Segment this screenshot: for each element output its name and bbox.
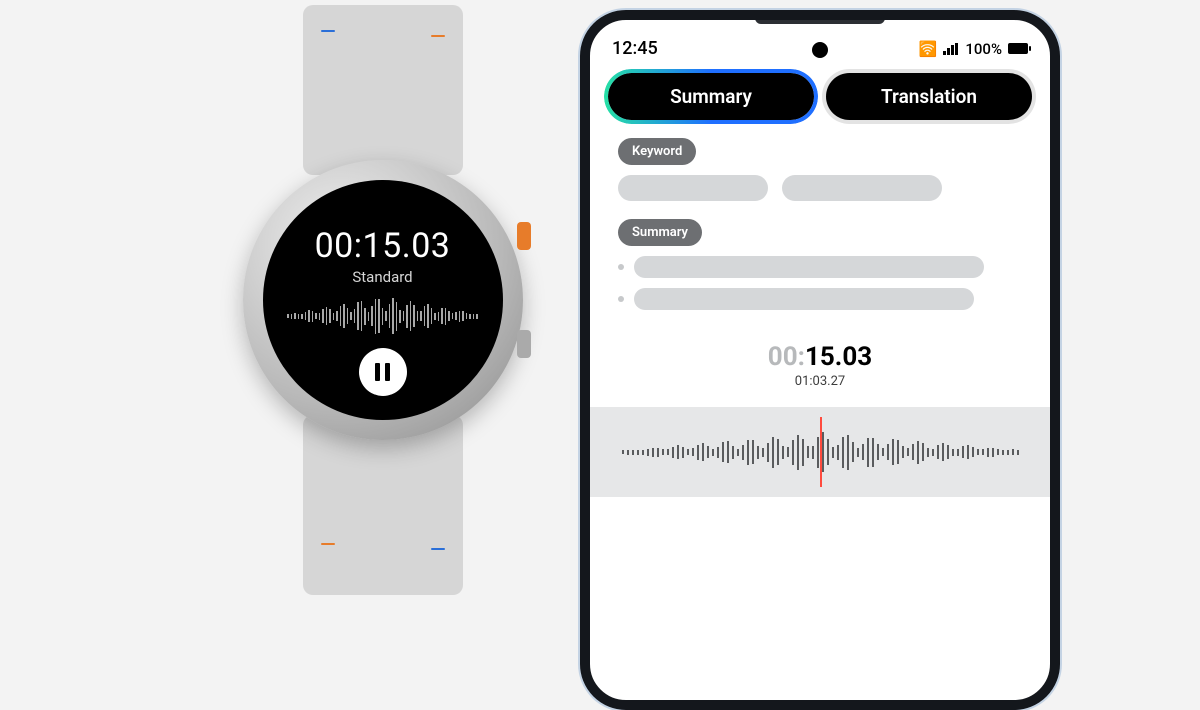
wifi-icon bbox=[919, 40, 938, 58]
keyword-placeholder bbox=[618, 175, 768, 201]
watch-bezel: 00:15.03 Standard bbox=[243, 160, 523, 440]
keyword-chip: Keyword bbox=[618, 138, 696, 165]
pause-icon bbox=[385, 363, 390, 381]
audio-scrubber[interactable] bbox=[590, 407, 1050, 497]
playhead-icon bbox=[820, 417, 822, 487]
summary-placeholder bbox=[634, 288, 974, 310]
playback-timeline: 00:15.03 01:03.27 bbox=[590, 342, 1050, 389]
watch-crown-top[interactable] bbox=[517, 222, 531, 250]
pause-button[interactable] bbox=[359, 348, 407, 396]
smartphone: 12:45 100% Summary Translation Keyword S… bbox=[580, 10, 1060, 710]
summary-chip: Summary bbox=[618, 219, 702, 246]
summary-placeholder bbox=[634, 256, 984, 278]
signal-icon bbox=[943, 43, 959, 55]
summary-section: Summary bbox=[590, 219, 1050, 338]
battery-text: 100% bbox=[965, 40, 1002, 58]
summary-bullet bbox=[618, 256, 1022, 278]
watch-crown-bottom[interactable] bbox=[517, 330, 531, 358]
watch-strap-bottom bbox=[303, 415, 463, 595]
tab-translation[interactable]: Translation bbox=[826, 73, 1032, 120]
front-camera-icon bbox=[812, 42, 828, 58]
playback-current-time: 00:15.03 bbox=[590, 342, 1050, 372]
bullet-icon bbox=[618, 264, 624, 270]
phone-speaker bbox=[755, 18, 885, 24]
recording-elapsed-time: 00:15.03 bbox=[315, 226, 451, 266]
summary-bullet bbox=[618, 288, 1022, 310]
battery-icon bbox=[1008, 43, 1028, 54]
keyword-section: Keyword bbox=[590, 138, 1050, 219]
watch-strap-top bbox=[303, 5, 463, 175]
tab-summary[interactable]: Summary bbox=[608, 73, 814, 120]
mode-tabs: Summary Translation bbox=[590, 67, 1050, 138]
status-clock: 12:45 bbox=[612, 38, 658, 59]
pause-icon bbox=[375, 363, 380, 381]
recording-mode-label: Standard bbox=[352, 268, 412, 286]
keyword-placeholder bbox=[782, 175, 942, 201]
bullet-icon bbox=[618, 296, 624, 302]
watch-face: 00:15.03 Standard bbox=[263, 180, 503, 420]
playback-total-time: 01:03.27 bbox=[590, 374, 1050, 389]
waveform-icon bbox=[287, 296, 478, 336]
smartwatch: 00:15.03 Standard bbox=[240, 5, 525, 595]
